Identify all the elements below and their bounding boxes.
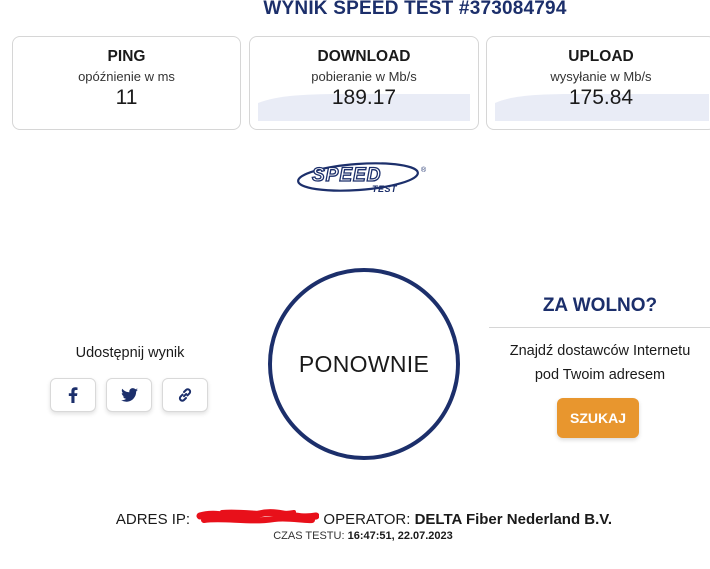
test-again-label: PONOWNIE	[298, 350, 430, 377]
operator-label: OPERATOR:	[323, 511, 411, 528]
upload-label: UPLOAD	[568, 48, 634, 65]
download-value: 189.17	[331, 86, 397, 109]
upload-sublabel: wysyłanie w Mb/s	[550, 69, 652, 84]
too-slow-title: ZA WOLNO?	[542, 295, 658, 316]
upload-value: 175.84	[568, 86, 634, 109]
operator-value: DELTA Fiber Nederland B.V.	[414, 511, 613, 528]
test-time-value: 16:47:51, 22.07.2023	[347, 530, 453, 542]
share-label: Udostępnij wynik	[75, 345, 185, 361]
too-slow-divider	[489, 327, 710, 328]
logo-registered-mark: ®	[421, 166, 427, 174]
twitter-icon	[120, 388, 138, 402]
speedtest-logo: SPEED TEST ®	[297, 162, 427, 194]
logo-main-text: SPEED	[312, 165, 381, 186]
upload-card: UPLOAD wysyłanie w Mb/s 175.84	[486, 36, 710, 130]
too-slow-text: Znajdź dostawców Internetu pod Twoim adr…	[490, 339, 710, 387]
share-twitter-button[interactable]	[106, 378, 152, 412]
logo-sub-text: TEST	[372, 184, 398, 194]
ping-value: 11	[115, 86, 138, 109]
test-time-label: CZAS TESTU:	[273, 530, 345, 542]
ping-card: PING opóźnienie w ms 11	[12, 36, 241, 130]
too-slow-text-line-1: Znajdź dostawców Internetu	[509, 343, 691, 359]
share-facebook-button[interactable]	[50, 378, 96, 412]
download-card: DOWNLOAD pobieranie w Mb/s 189.17	[249, 36, 479, 130]
ip-label: ADRES IP:	[115, 511, 191, 528]
link-icon	[178, 388, 192, 402]
ping-sublabel: opóźnienie w ms	[78, 69, 175, 84]
too-slow-text-line-2: pod Twoim adresem	[534, 367, 666, 383]
page-title: WYNIK SPEED TEST #373084794	[263, 0, 567, 19]
test-time-line: CZAS TESTU: 16:47:51, 22.07.2023	[0, 530, 710, 542]
share-link-button[interactable]	[162, 378, 208, 412]
search-providers-button[interactable]: SZUKAJ	[557, 398, 639, 438]
ip-redaction-scribble	[194, 508, 320, 524]
download-sublabel: pobieranie w Mb/s	[311, 69, 417, 84]
ping-label: PING	[107, 48, 146, 65]
download-label: DOWNLOAD	[317, 48, 411, 65]
facebook-icon	[68, 387, 78, 403]
test-again-button[interactable]: PONOWNIE	[268, 268, 460, 460]
ip-operator-line: ADRES IP: OPERATOR: DELTA Fiber Nederlan…	[0, 508, 710, 528]
